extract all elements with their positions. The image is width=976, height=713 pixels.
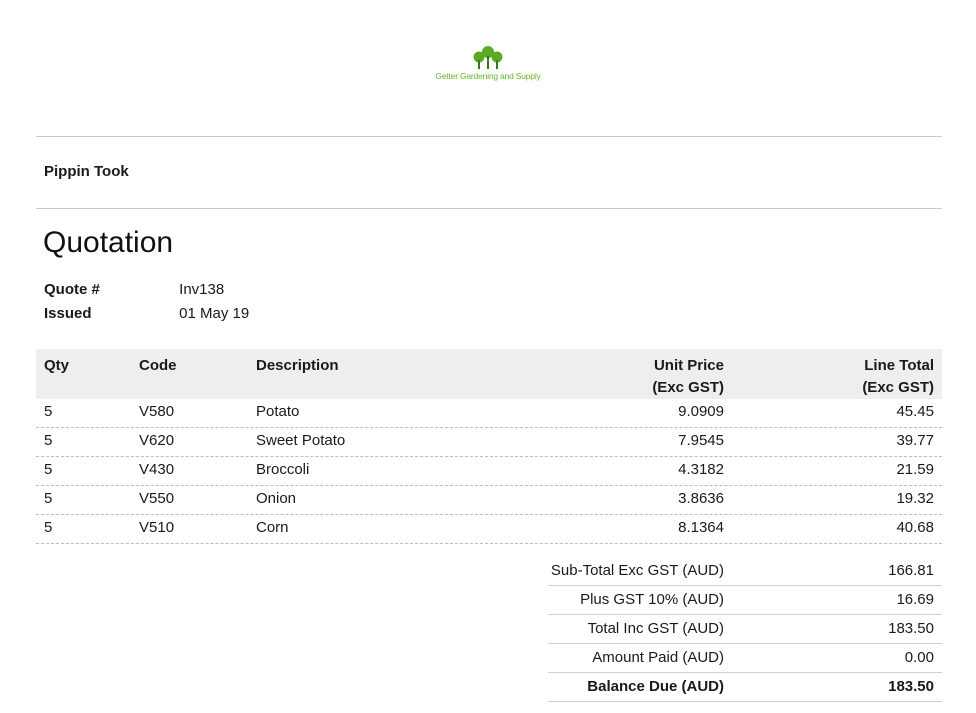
quote-number-row: Quote # Inv138	[44, 281, 249, 305]
cell-description: Potato	[256, 403, 300, 420]
subtotal-label: Sub-Total Exc GST (AUD)	[550, 562, 724, 579]
customer-divider	[36, 208, 942, 209]
cell-code: V510	[139, 519, 175, 536]
subtotal-row: Sub-Total Exc GST (AUD) 166.81	[548, 557, 942, 586]
cell-description: Corn	[256, 519, 289, 536]
header-unit-price-line1: Unit Price	[653, 357, 724, 374]
balance-due-value: 183.50	[888, 678, 934, 695]
document-title: Quotation	[43, 226, 174, 259]
header-description: Description	[256, 357, 339, 374]
gst-value: 16.69	[896, 591, 934, 608]
header-divider	[36, 136, 942, 137]
header-line-total-line1: Line Total	[864, 357, 934, 374]
header-line-total: Line Total (Exc GST)	[862, 355, 934, 399]
header-line-total-line2: (Exc GST)	[862, 379, 934, 396]
cell-description: Sweet Potato	[256, 432, 346, 449]
cell-code: V620	[139, 432, 175, 449]
quote-number-label: Quote #	[44, 281, 100, 298]
balance-due-label: Balance Due (AUD)	[587, 678, 724, 695]
issued-date-value: 01 May 19	[179, 305, 250, 322]
cell-code: V430	[139, 461, 175, 478]
cell-description: Onion	[256, 490, 297, 507]
line-items-table: Qty Code Description Unit Price (Exc GST…	[36, 349, 942, 544]
amount-paid-row: Amount Paid (AUD) 0.00	[548, 644, 942, 673]
cell-line-total: 45.45	[896, 403, 934, 420]
issued-date-label: Issued	[44, 305, 92, 322]
cell-qty: 5	[44, 403, 53, 420]
cell-unit-price: 9.0909	[678, 403, 724, 420]
cell-code: V580	[139, 403, 175, 420]
subtotal-value: 166.81	[888, 562, 934, 579]
cell-line-total: 19.32	[896, 490, 934, 507]
cell-description: Broccoli	[256, 461, 310, 478]
cell-line-total: 21.59	[896, 461, 934, 478]
header-unit-price-line2: (Exc GST)	[652, 379, 724, 396]
total-inc-gst-label: Total Inc GST (AUD)	[587, 620, 724, 637]
header-unit-price: Unit Price (Exc GST)	[652, 355, 724, 399]
gst-row: Plus GST 10% (AUD) 16.69	[548, 586, 942, 615]
amount-paid-value: 0.00	[904, 649, 934, 666]
table-row: 5 V550 Onion 3.8636 19.32	[36, 486, 942, 515]
cell-unit-price: 4.3182	[678, 461, 724, 478]
header-code: Code	[139, 357, 177, 374]
cell-qty: 5	[44, 432, 53, 449]
company-logo-text: Getter Gardening and Supply	[435, 71, 541, 81]
table-header: Qty Code Description Unit Price (Exc GST…	[36, 349, 942, 399]
amount-paid-label: Amount Paid (AUD)	[592, 649, 724, 666]
quote-number-value: Inv138	[179, 281, 225, 298]
gst-label: Plus GST 10% (AUD)	[580, 591, 724, 608]
balance-due-row: Balance Due (AUD) 183.50	[548, 673, 942, 702]
cell-line-total: 39.77	[896, 432, 934, 449]
cell-unit-price: 8.1364	[678, 519, 724, 536]
cell-code: V550	[139, 490, 175, 507]
cell-line-total: 40.68	[896, 519, 934, 536]
document-meta: Quote # Inv138 Issued 01 May 19	[44, 281, 249, 329]
cell-unit-price: 7.9545	[678, 432, 724, 449]
company-logo: Getter Gardening and Supply	[0, 46, 976, 81]
total-inc-gst-value: 183.50	[888, 620, 934, 637]
table-row: 5 V510 Corn 8.1364 40.68	[36, 515, 942, 544]
cell-unit-price: 3.8636	[678, 490, 724, 507]
table-row: 5 V430 Broccoli 4.3182 21.59	[36, 457, 942, 486]
table-row: 5 V620 Sweet Potato 7.9545 39.77	[36, 428, 942, 457]
cell-qty: 5	[44, 490, 53, 507]
customer-name: Pippin Took	[44, 163, 129, 180]
table-row: 5 V580 Potato 9.0909 45.45	[36, 399, 942, 428]
total-inc-gst-row: Total Inc GST (AUD) 183.50	[548, 615, 942, 644]
tree-logo-icon	[473, 46, 503, 69]
cell-qty: 5	[44, 461, 53, 478]
issued-date-row: Issued 01 May 19	[44, 305, 249, 329]
totals-section: Sub-Total Exc GST (AUD) 166.81 Plus GST …	[548, 557, 942, 702]
header-qty: Qty	[44, 357, 70, 374]
cell-qty: 5	[44, 519, 53, 536]
